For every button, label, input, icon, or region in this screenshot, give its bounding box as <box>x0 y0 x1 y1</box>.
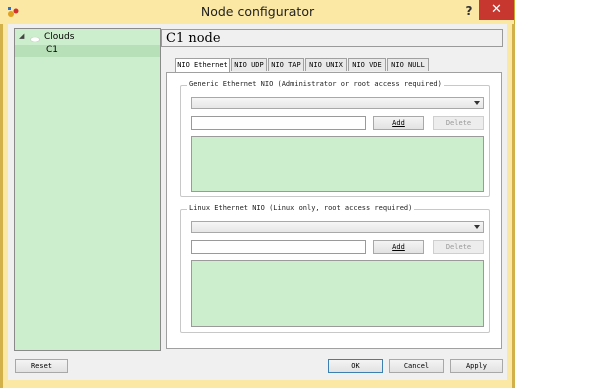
tab-nio-tap[interactable]: NIO TAP <box>268 58 304 71</box>
ok-button[interactable]: OK <box>328 359 383 373</box>
linux-ethernet-group: Linux Ethernet NIO (Linux only, root acc… <box>180 204 490 333</box>
window-border-right <box>512 24 515 388</box>
dialog-body: ◢ Clouds C1 C1 node NIO Ethernet NIO UDP… <box>8 24 507 380</box>
chevron-down-icon <box>474 101 480 105</box>
generic-ethernet-title: Generic Ethernet NIO (Administrator or r… <box>187 80 444 88</box>
title-bar: Node configurator ? ✕ <box>0 0 515 24</box>
linux-delete-button[interactable]: Delete <box>433 240 484 254</box>
generic-add-label: Add <box>392 119 405 127</box>
tree-item-c1[interactable]: C1 <box>46 45 58 55</box>
tree-item-clouds[interactable]: Clouds <box>44 32 74 42</box>
tab-nio-unix[interactable]: NIO UNIX <box>305 58 347 71</box>
window-title: Node configurator <box>200 4 315 19</box>
window-border-left <box>0 24 3 388</box>
linux-delete-label: Delete <box>445 243 472 251</box>
cloud-icon <box>30 35 40 45</box>
close-button[interactable]: ✕ <box>479 0 514 20</box>
node-configurator-window: Node configurator ? ✕ ◢ Clouds C1 C1 nod… <box>0 0 515 388</box>
cancel-button[interactable]: Cancel <box>389 359 444 373</box>
node-header: C1 node <box>161 29 503 47</box>
generic-delete-button[interactable]: Delete <box>433 116 484 130</box>
generic-delete-label: Delete <box>445 119 472 127</box>
reset-button[interactable]: Reset <box>15 359 68 373</box>
tab-nio-vde[interactable]: NIO VDE <box>348 58 386 71</box>
node-tree[interactable]: ◢ Clouds C1 <box>14 28 161 351</box>
linux-ethernet-combo[interactable] <box>191 221 484 233</box>
tab-nio-udp[interactable]: NIO UDP <box>231 58 267 71</box>
linux-add-label: Add <box>392 243 405 251</box>
generic-ethernet-input[interactable] <box>191 116 366 130</box>
generic-ethernet-group: Generic Ethernet NIO (Administrator or r… <box>180 80 490 197</box>
tab-nio-ethernet[interactable]: NIO Ethernet <box>175 58 230 72</box>
tree-selection-highlight <box>15 45 160 57</box>
help-button[interactable]: ? <box>459 2 479 20</box>
generic-ethernet-combo[interactable] <box>191 97 484 109</box>
linux-add-button[interactable]: Add <box>373 240 424 254</box>
linux-ethernet-title: Linux Ethernet NIO (Linux only, root acc… <box>187 204 415 212</box>
expand-toggle-icon[interactable]: ◢ <box>19 32 24 40</box>
linux-ethernet-list[interactable] <box>191 260 484 327</box>
apply-button[interactable]: Apply <box>450 359 503 373</box>
generic-ethernet-list[interactable] <box>191 136 484 192</box>
linux-ethernet-input[interactable] <box>191 240 366 254</box>
chevron-down-icon <box>474 225 480 229</box>
tab-nio-null[interactable]: NIO NULL <box>387 58 429 71</box>
generic-add-button[interactable]: Add <box>373 116 424 130</box>
